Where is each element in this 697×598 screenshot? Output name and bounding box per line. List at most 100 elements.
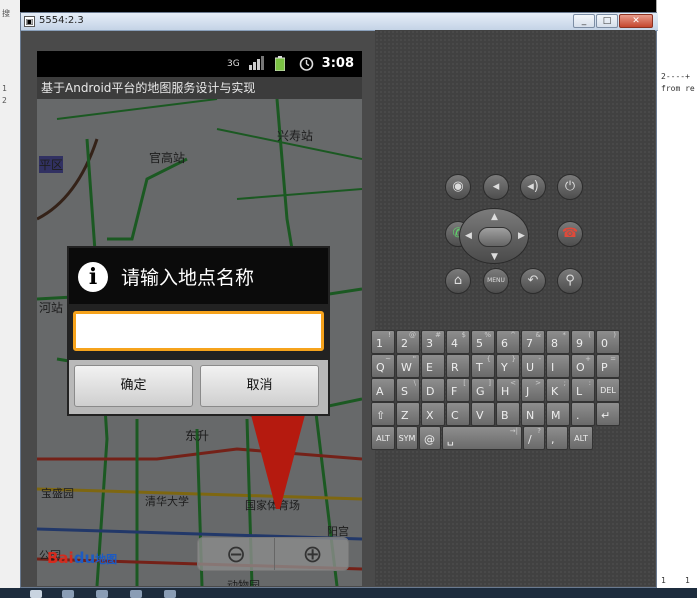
maximize-button[interactable]: □ (596, 14, 618, 28)
search-icon[interactable]: ⚲ (557, 268, 583, 294)
alarm-clock-icon (299, 56, 314, 74)
key-char[interactable]: K; (546, 378, 570, 402)
logo-du: du (73, 549, 96, 567)
key-alt-label: ( (588, 331, 591, 339)
camera-icon[interactable]: ◉ (445, 174, 471, 200)
key-char[interactable]: T{ (471, 354, 495, 378)
window-titlebar[interactable]: ▣ 5554:2.3 _ □ ✕ (21, 13, 658, 31)
ok-button[interactable]: 确定 (74, 365, 193, 407)
cancel-button[interactable]: 取消 (200, 365, 319, 407)
volume-down-icon[interactable]: ◂ (483, 174, 509, 200)
key-alt-label: \ (413, 379, 416, 387)
back-icon[interactable]: ↶ (520, 268, 546, 294)
logo-map: 地图 (95, 553, 118, 566)
home-icon[interactable]: ⌂ (445, 268, 471, 294)
key-alt-label: ] (488, 379, 491, 387)
key-char[interactable]: @ (419, 426, 441, 450)
key-char[interactable]: R (446, 354, 470, 378)
minimize-button[interactable]: _ (573, 14, 595, 28)
menu-icon[interactable]: MENU (483, 268, 509, 294)
dpad-up-icon[interactable]: ▲ (491, 212, 498, 222)
key-char[interactable]: X (421, 402, 445, 426)
place-name-input[interactable] (73, 311, 324, 351)
dpad-center[interactable] (478, 227, 512, 247)
key-alt-label: % (484, 331, 491, 339)
baidu-logo: Baidu地图 (47, 549, 117, 567)
end-call-icon[interactable]: ☎ (557, 221, 583, 247)
key-char[interactable]: C (446, 402, 470, 426)
key-char[interactable]: 2 @ (396, 330, 420, 354)
key-char[interactable]: L: (571, 378, 595, 402)
key-char[interactable]: 6 ^ (496, 330, 520, 354)
app-title: 基于Android平台的地图服务设计与实现 (37, 77, 362, 99)
key-char[interactable]: ␣ →| (442, 426, 522, 450)
key-char[interactable]: Q ~ (371, 354, 395, 378)
key-char[interactable]: E (421, 354, 445, 378)
key-alt-label: ! (388, 331, 391, 339)
key-char[interactable]: 1! (371, 330, 395, 354)
dpad-right-icon[interactable]: ▶ (518, 231, 525, 241)
dpad-left-icon[interactable]: ◀ (465, 231, 472, 241)
key-label: D (426, 385, 435, 398)
key-del[interactable]: DEL (596, 378, 620, 402)
key-char[interactable]: 5% (471, 330, 495, 354)
key-char[interactable]: G] (471, 378, 495, 402)
key-char[interactable]: O + (571, 354, 595, 378)
bg-code-line: 2----+ (661, 72, 690, 81)
key-char[interactable]: N (521, 402, 545, 426)
background-editor-right: 2----+ from re 1 1 (656, 0, 697, 598)
taskbar-app-icon[interactable] (130, 590, 142, 598)
key-char[interactable]: S \ (396, 378, 420, 402)
key-label: C (451, 409, 459, 422)
key-char[interactable]: . (571, 402, 595, 426)
key-char[interactable]: ⇧ (371, 402, 395, 426)
key-char[interactable]: Z (396, 402, 420, 426)
dialog-buttons: 确定 取消 (69, 360, 328, 414)
dpad[interactable]: ▲ ▼ ◀ ▶ (459, 208, 529, 264)
key-char[interactable]: 0) (596, 330, 620, 354)
key-char[interactable]: P = (596, 354, 620, 378)
key-label: , (551, 433, 555, 446)
zoom-out-icon[interactable]: ⊖ (198, 538, 274, 570)
key-alt-label: ; (563, 379, 566, 387)
key-sym[interactable]: SYM (396, 426, 418, 450)
key-char[interactable]: 9( (571, 330, 595, 354)
key-alt[interactable]: ALT (371, 426, 395, 450)
key-char[interactable]: U- (521, 354, 545, 378)
key-char[interactable]: , (546, 426, 568, 450)
key-char[interactable]: M (546, 402, 570, 426)
window-title: 5554:2.3 (39, 15, 84, 26)
volume-up-icon[interactable]: ◂) (520, 174, 546, 200)
key-label: F (451, 385, 458, 398)
key-char[interactable]: ↵ (596, 402, 620, 426)
key-label: ⇧ (376, 409, 386, 422)
key-char[interactable]: 4 $ (446, 330, 470, 354)
taskbar-app-icon[interactable] (62, 590, 74, 598)
key-char[interactable]: J > (521, 378, 545, 402)
key-char[interactable]: F[ (446, 378, 470, 402)
key-char[interactable]: /? (523, 426, 545, 450)
key-char[interactable]: V (471, 402, 495, 426)
key-char[interactable]: D (421, 378, 445, 402)
key-label: Q (376, 361, 385, 374)
start-button-icon[interactable] (30, 590, 42, 598)
key-char[interactable]: Y} (496, 354, 520, 378)
key-char[interactable]: W " (396, 354, 420, 378)
key-char[interactable]: 8 * (546, 330, 570, 354)
key-alt[interactable]: ALT (569, 426, 593, 450)
key-label: 8 (551, 337, 558, 350)
key-char[interactable]: H < (496, 378, 520, 402)
key-char[interactable]: 7 & (521, 330, 545, 354)
taskbar-app-icon[interactable] (164, 590, 176, 598)
key-char[interactable]: B (496, 402, 520, 426)
key-char[interactable]: I (546, 354, 570, 378)
key-char[interactable]: 3 # (421, 330, 445, 354)
power-icon[interactable]: ⏻ (557, 174, 583, 200)
dpad-down-icon[interactable]: ▼ (491, 252, 498, 262)
key-alt-label: - (538, 355, 541, 363)
map-pin-icon[interactable] (250, 411, 306, 511)
key-char[interactable]: A (371, 378, 395, 402)
taskbar-app-icon[interactable] (96, 590, 108, 598)
close-button[interactable]: ✕ (619, 14, 653, 28)
zoom-in-icon[interactable]: ⊕ (274, 538, 350, 570)
